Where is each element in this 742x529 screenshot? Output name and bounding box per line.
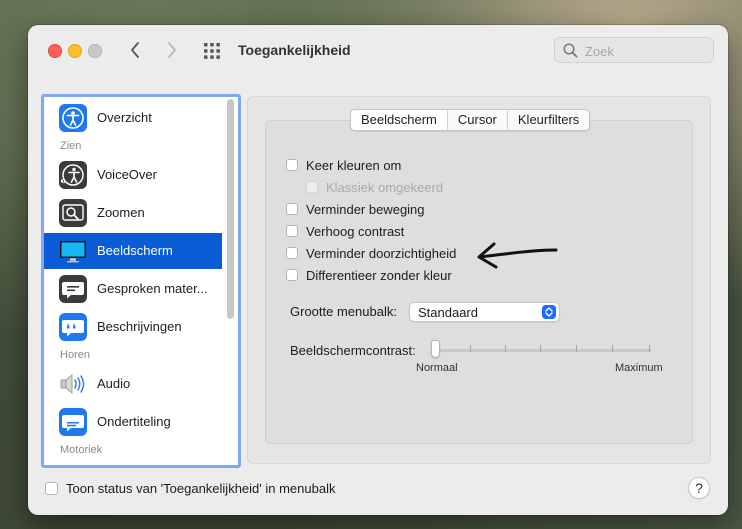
close-button[interactable]: [48, 44, 62, 58]
slider-tick: [649, 345, 650, 352]
annotation-arrow-icon: [477, 242, 558, 269]
minimize-button[interactable]: [68, 44, 82, 58]
display-icon: [60, 241, 86, 263]
option-show-status-in-menubar[interactable]: Toon status van 'Toegankelijkheid' in me…: [45, 481, 335, 496]
sidebar-item-label: Overzicht: [97, 110, 152, 125]
spoken-content-icon: [59, 275, 87, 303]
contrast-max-label: Maximum: [615, 362, 663, 374]
captions-icon: [59, 408, 87, 436]
updown-chevron-icon: [542, 305, 556, 319]
search-input[interactable]: [583, 41, 712, 61]
increase-contrast-checkbox[interactable]: [286, 225, 298, 237]
search-field[interactable]: [554, 37, 714, 63]
chevron-right-icon: [168, 42, 176, 58]
section-header-zien: Zien: [60, 140, 82, 152]
tab-kleurfilters[interactable]: Kleurfilters: [506, 110, 590, 130]
accessibility-icon: [59, 104, 87, 132]
contrast-slider-knob[interactable]: [431, 340, 440, 358]
menubar-size-label: Grootte menubalk:: [290, 304, 397, 319]
option-label: Toon status van 'Toegankelijkheid' in me…: [66, 481, 336, 496]
show-all-grid-icon[interactable]: [203, 42, 221, 60]
classic-invert-checkbox[interactable]: [306, 181, 318, 193]
show-status-checkbox[interactable]: [45, 482, 58, 495]
sidebar-item-overzicht[interactable]: Overzicht: [44, 100, 222, 136]
menubar-size-select[interactable]: Standaard: [409, 302, 560, 322]
section-header-horen: Horen: [60, 349, 90, 361]
reduce-transparency-checkbox[interactable]: [286, 247, 298, 259]
slider-tick: [505, 345, 506, 352]
voiceover-icon: [59, 161, 87, 189]
contrast-label: Beeldschermcontrast:: [290, 343, 416, 358]
invert-colors-checkbox[interactable]: [286, 159, 298, 171]
differentiate-without-color-checkbox[interactable]: [286, 269, 298, 281]
tab-beeldscherm[interactable]: Beeldscherm: [351, 110, 447, 130]
zoom-button[interactable]: [88, 44, 102, 58]
slider-tick: [612, 345, 613, 352]
slider-tick: [540, 345, 541, 352]
sidebar-item-zoomen[interactable]: Zoomen: [44, 195, 222, 231]
window-title: Toegankelijkheid: [238, 42, 351, 58]
option-differentiate-without-color[interactable]: Differentieer zonder kleur: [286, 266, 452, 284]
sidebar-list[interactable]: Overzicht Zien VoiceOver Zoomen Beeldsch…: [41, 94, 241, 468]
descriptions-icon: [59, 313, 87, 341]
forward-button[interactable]: [161, 38, 183, 62]
sidebar-item-label: Audio: [97, 376, 131, 391]
option-invert-colors[interactable]: Keer kleuren om: [286, 156, 401, 174]
sidebar-item-gesproken-materiaal[interactable]: Gesproken mater...: [44, 271, 222, 307]
search-icon: [563, 43, 578, 58]
sidebar-item-label: VoiceOver: [97, 167, 157, 182]
contrast-slider-track[interactable]: [435, 349, 651, 352]
speaker-icon: [60, 374, 85, 394]
sidebar-item-label: Beschrijvingen: [97, 319, 182, 334]
sidebar-item-ondertiteling[interactable]: Ondertiteling: [44, 404, 222, 440]
option-label: Differentieer zonder kleur: [306, 267, 452, 283]
option-classic-invert[interactable]: Klassiek omgekeerd: [306, 178, 443, 196]
tab-cursor[interactable]: Cursor: [446, 110, 507, 130]
sidebar-item-label: Zoomen: [97, 205, 145, 220]
sidebar-item-label: Beeldscherm: [97, 243, 173, 258]
sidebar-item-voiceover[interactable]: VoiceOver: [44, 157, 222, 193]
option-label: Verminder doorzichtigheid: [306, 245, 457, 261]
sidebar-item-beeldscherm[interactable]: Beeldscherm: [44, 233, 222, 269]
option-label: Keer kleuren om: [306, 157, 402, 173]
option-label: Verhoog contrast: [306, 223, 405, 239]
tab-bar: Beeldscherm Cursor Kleurfilters: [350, 109, 591, 131]
sidebar-item-label: Gesproken mater...: [97, 281, 208, 296]
option-increase-contrast[interactable]: Verhoog contrast: [286, 222, 404, 240]
sidebar-item-label: Ondertiteling: [97, 414, 171, 429]
sidebar-item-beschrijvingen[interactable]: Beschrijvingen: [44, 309, 222, 345]
slider-tick: [470, 345, 471, 352]
preferences-window: Toegankelijkheid Overzicht Zien: [28, 25, 728, 515]
back-button[interactable]: [124, 38, 146, 62]
slider-tick: [576, 345, 577, 352]
option-label: Verminder beweging: [306, 201, 425, 217]
reduce-motion-checkbox[interactable]: [286, 203, 298, 215]
option-reduce-transparency[interactable]: Verminder doorzichtigheid: [286, 244, 456, 262]
help-button[interactable]: ?: [688, 477, 710, 499]
section-header-motoriek: Motoriek: [60, 444, 103, 456]
zoom-icon: [59, 199, 87, 227]
contrast-min-label: Normaal: [416, 362, 458, 374]
option-label: Klassiek omgekeerd: [326, 179, 444, 195]
sidebar-item-audio[interactable]: Audio: [44, 366, 222, 402]
select-value: Standaard: [418, 305, 478, 320]
option-reduce-motion[interactable]: Verminder beweging: [286, 200, 425, 218]
title-bar: Toegankelijkheid: [28, 25, 728, 77]
chevron-left-icon: [131, 42, 139, 58]
sidebar-scrollbar[interactable]: [227, 99, 234, 319]
